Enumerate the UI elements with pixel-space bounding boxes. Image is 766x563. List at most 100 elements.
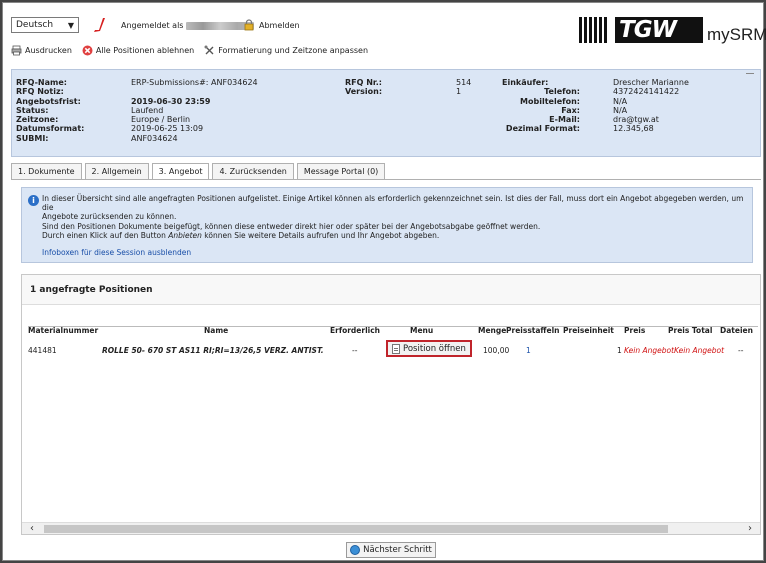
cell-price-tiers-link[interactable]: 1 bbox=[526, 346, 531, 355]
col-price-total[interactable]: Preis Total bbox=[668, 326, 712, 335]
rfq-labels-mid: RFQ Nr.: Version: bbox=[345, 78, 382, 97]
open-position-button[interactable]: Position öffnen bbox=[386, 340, 472, 357]
value-submi: ANF034624 bbox=[131, 133, 178, 143]
col-required[interactable]: Erforderlich bbox=[330, 326, 380, 335]
brand-mysrm: mySRM bbox=[707, 25, 766, 44]
cell-price: Kein Angebot bbox=[624, 346, 675, 355]
label-decimal-format: Dezimal Format: bbox=[505, 124, 580, 134]
col-material[interactable]: Materialnummer bbox=[28, 326, 98, 335]
format-settings-label: Formatierung und Zeitzone anpassen bbox=[218, 46, 369, 55]
tab-return[interactable]: 4. Zurücksenden bbox=[212, 163, 294, 179]
minimize-icon[interactable] bbox=[746, 73, 754, 74]
value-rfq-note bbox=[131, 87, 258, 96]
language-select-value: Deutsch bbox=[16, 20, 54, 30]
value-buyer: Drescher Marianne bbox=[613, 78, 689, 87]
format-settings-button[interactable]: Formatierung und Zeitzone anpassen bbox=[204, 45, 368, 56]
tab-message-portal[interactable]: Message Portal (0) bbox=[296, 163, 386, 179]
value-version: 1 bbox=[456, 87, 462, 97]
tab-offer[interactable]: 3. Angebot bbox=[151, 163, 210, 179]
chevron-down-icon: ▼ bbox=[67, 20, 74, 30]
col-name[interactable]: Name bbox=[204, 326, 228, 335]
col-price[interactable]: Preis bbox=[624, 326, 645, 335]
brand-tgw: TGW bbox=[615, 17, 703, 43]
user-logo-icon bbox=[94, 18, 105, 32]
label-buyer: Einkäufer: bbox=[502, 78, 549, 87]
label-fax: Fax: bbox=[561, 105, 580, 115]
tools-icon bbox=[204, 45, 214, 55]
col-quantity[interactable]: Menge bbox=[478, 326, 506, 335]
label-rfq-number: RFQ Nr.: bbox=[345, 78, 382, 87]
value-phone: 4372424141422 bbox=[613, 87, 680, 97]
label-status: Status: bbox=[16, 105, 49, 115]
cell-name: ROLLE 50- 670 ST AS11 RI;RI=13/26,5 VERZ… bbox=[102, 346, 324, 355]
open-position-label: Position öffnen bbox=[403, 343, 466, 354]
print-label: Ausdrucken bbox=[25, 46, 72, 55]
reject-all-button[interactable]: Alle Positionen ablehnen bbox=[82, 45, 194, 56]
toolbar: Ausdrucken Alle Positionen ablehnen Form… bbox=[11, 45, 368, 56]
rfq-labels-left: RFQ-Name: RFQ Notiz: Angebotsfrist: Stat… bbox=[16, 78, 84, 143]
reject-all-label: Alle Positionen ablehnen bbox=[95, 46, 195, 55]
logout-link[interactable]: Abmelden bbox=[259, 21, 300, 30]
infobox-line-3: Sind den Positionen Dokumente beigefügt,… bbox=[42, 221, 541, 231]
cell-price-unit: 1 bbox=[617, 346, 622, 355]
value-mobile: N/A bbox=[613, 96, 628, 106]
scroll-right-icon[interactable]: › bbox=[748, 523, 752, 535]
infobox-line-4a: Durch einen Klick auf den Button bbox=[42, 230, 169, 240]
col-files[interactable]: Dateien bbox=[720, 326, 753, 335]
value-rfq-name: ERP-Submissions#: ANF034624 bbox=[131, 78, 258, 87]
tab-documents[interactable]: 1. Dokumente bbox=[11, 163, 82, 179]
infobox-line-4: Durch einen Klick auf den Button Anbiete… bbox=[42, 231, 744, 240]
hide-infoboxes-link[interactable]: Infoboxen für diese Session ausblenden bbox=[42, 248, 744, 257]
positions-table: Materialnummer Name Erforderlich Menu Me… bbox=[28, 323, 758, 359]
label-email: E-Mail: bbox=[549, 115, 580, 125]
rfq-values-right: Drescher Marianne 4372424141422 N/A N/A … bbox=[613, 78, 689, 134]
table-header: Materialnummer Name Erforderlich Menu Me… bbox=[28, 323, 758, 337]
col-price-tiers[interactable]: Preisstaffeln bbox=[506, 326, 560, 335]
infobox-line-4-em: Anbieten bbox=[168, 230, 202, 240]
scroll-left-icon[interactable]: ‹ bbox=[30, 523, 34, 535]
document-icon bbox=[392, 343, 400, 354]
info-icon: i bbox=[28, 195, 39, 206]
label-rfq-name: RFQ-Name: bbox=[16, 78, 67, 87]
horizontal-scrollbar[interactable]: ‹ › bbox=[22, 522, 760, 534]
language-select[interactable]: Deutsch ▼ bbox=[11, 17, 79, 33]
col-menu[interactable]: Menu bbox=[410, 326, 433, 335]
printer-icon bbox=[11, 45, 22, 56]
infobox-line-2: Angebote zurücksenden zu können. bbox=[42, 212, 177, 222]
infobox-line-4b: können Sie weitere Details aufrufen und … bbox=[201, 230, 440, 240]
cell-price-total: Kein Angebot bbox=[674, 346, 725, 355]
label-deadline: Angebotsfrist: bbox=[16, 96, 81, 106]
next-arrow-icon bbox=[350, 545, 361, 555]
label-rfq-note: RFQ Notiz: bbox=[16, 87, 64, 97]
brand-logo: TGW mySRM bbox=[579, 11, 766, 55]
cell-files: -- bbox=[738, 346, 744, 355]
scrollbar-thumb[interactable] bbox=[44, 525, 668, 533]
reject-icon bbox=[82, 45, 93, 56]
value-decimal-format: 12.345,68 bbox=[613, 124, 654, 134]
rfq-values-left: ERP-Submissions#: ANF034624 2019-06-30 2… bbox=[131, 78, 258, 143]
label-timezone: Zeitzone: bbox=[16, 115, 59, 125]
app-frame: Deutsch ▼ Angemeldet als Abmelden Ausdru… bbox=[2, 2, 766, 561]
infobox: i In dieser Übersicht sind alle angefrag… bbox=[21, 187, 753, 263]
col-price-unit[interactable]: Preiseinheit bbox=[563, 326, 614, 335]
table-row: 441481 ROLLE 50- 670 ST AS11 RI;RI=13/26… bbox=[28, 340, 758, 359]
print-button[interactable]: Ausdrucken bbox=[11, 45, 72, 56]
label-phone: Telefon: bbox=[544, 87, 580, 97]
rfq-values-mid: 514 1 bbox=[456, 78, 471, 97]
next-step-button[interactable]: Nächster Schritt bbox=[346, 542, 436, 558]
rfq-labels-right: Einkäufer: Telefon: Mobiltelefon: Fax: E… bbox=[502, 78, 580, 134]
logged-in-text: Angemeldet als bbox=[121, 21, 254, 30]
cell-material: 441481 bbox=[28, 346, 57, 355]
lock-icon bbox=[244, 19, 254, 31]
value-email: dra@tgw.at bbox=[613, 115, 659, 125]
header-divider bbox=[28, 326, 758, 327]
tab-divider bbox=[11, 179, 761, 180]
cell-required: -- bbox=[352, 346, 358, 355]
label-date-format: Datumsformat: bbox=[16, 124, 85, 134]
brand-bars-icon bbox=[579, 17, 611, 43]
label-version: Version: bbox=[345, 87, 383, 97]
positions-title: 1 angefragte Positionen bbox=[22, 275, 760, 305]
value-date-format: 2019-06-25 13:09 bbox=[131, 124, 204, 134]
logged-in-label: Angemeldet als bbox=[121, 21, 184, 30]
tab-general[interactable]: 2. Allgemein bbox=[84, 163, 149, 179]
